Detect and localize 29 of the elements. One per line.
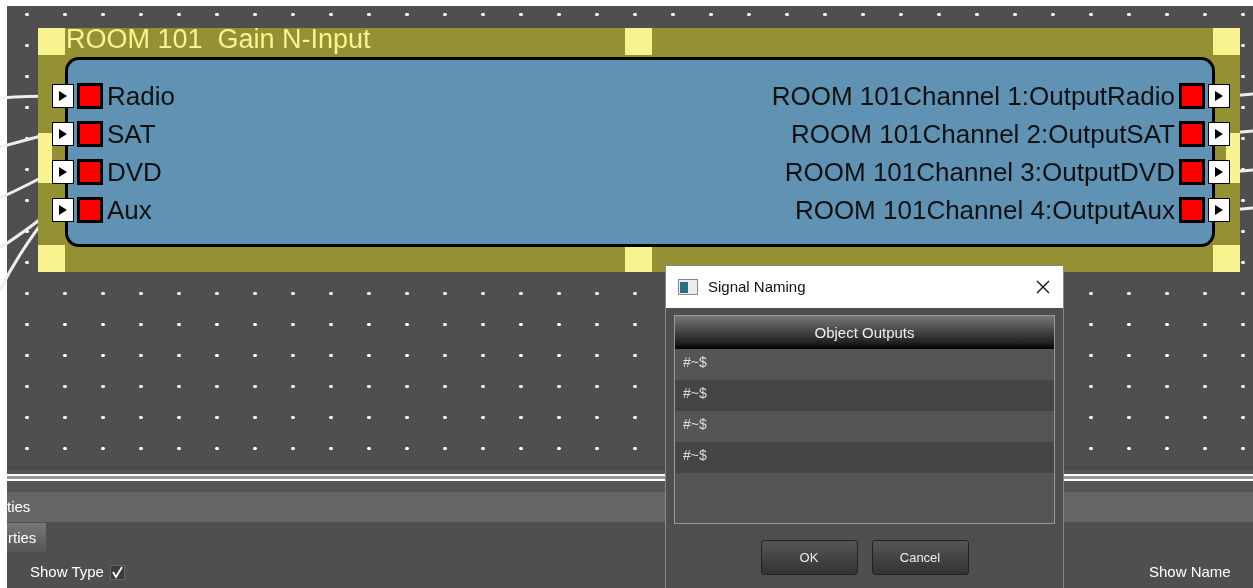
status-indicator [77, 159, 103, 185]
status-indicator [77, 121, 103, 147]
block-body[interactable] [65, 57, 1215, 247]
column-header: Object Outputs [675, 316, 1054, 349]
block-title: ROOM 101 Gain N-Input [66, 23, 371, 56]
status-indicator [1179, 159, 1205, 185]
option-label: Show Name [1149, 562, 1231, 582]
output-label: ROOM 101Channel 4:OutputAux [794, 195, 1175, 225]
input-label: SAT [107, 119, 156, 149]
properties-tab[interactable]: rties [7, 523, 47, 552]
input-label: DVD [107, 157, 162, 187]
dialog-button[interactable]: OK [760, 540, 858, 575]
status-indicator [1179, 83, 1205, 109]
option-label: Show Type [30, 562, 104, 582]
output-label: ROOM 101Channel 1:OutputRadio [771, 81, 1175, 111]
input-label: Aux [107, 195, 152, 225]
status-indicator [77, 197, 103, 223]
status-indicator [1179, 197, 1205, 223]
close-icon[interactable] [1035, 279, 1051, 295]
output-label: ROOM 101Channel 3:OutputDVD [784, 157, 1175, 187]
table-row[interactable]: #~$ [675, 442, 1054, 473]
window-icon [678, 279, 698, 295]
dialog-button[interactable]: Cancel [871, 540, 969, 575]
status-indicator [77, 83, 103, 109]
input-label: Radio [107, 81, 175, 111]
dialog-title: Signal Naming [708, 276, 807, 297]
status-indicator [1179, 121, 1205, 147]
output-label: ROOM 101Channel 2:OutputSAT [791, 119, 1175, 149]
table-row[interactable]: #~$ [675, 380, 1054, 411]
